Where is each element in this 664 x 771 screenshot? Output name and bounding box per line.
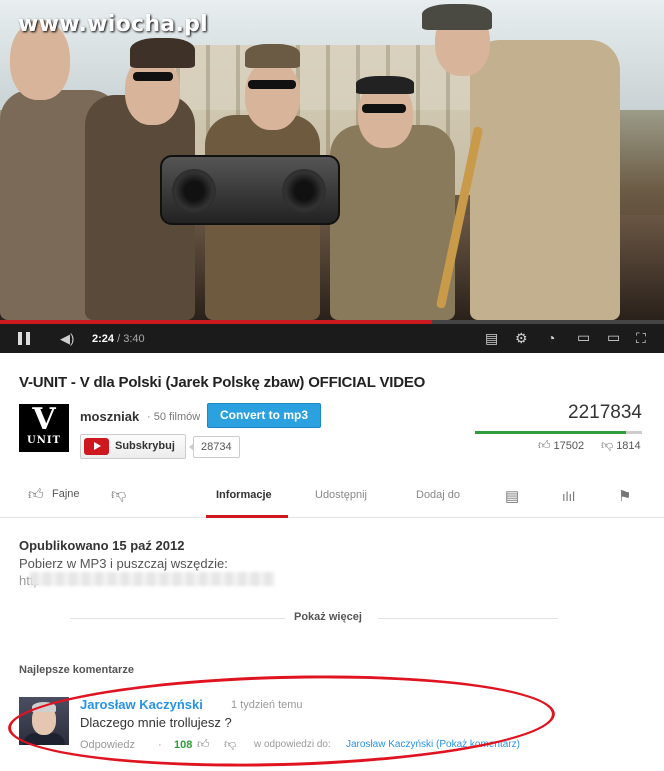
blurred-link — [30, 572, 275, 586]
video-boombox — [160, 155, 340, 225]
channel-films-count: 50 filmów — [153, 411, 201, 423]
settings-icon[interactable]: ⚙ — [515, 330, 528, 347]
comment-reply-button[interactable]: Odpowiedz — [80, 739, 135, 751]
channel-logo-letter: V — [32, 402, 56, 437]
comments-heading: Najlepsze komentarze — [19, 664, 134, 676]
like-icon: 👍︎ — [28, 486, 44, 503]
subscribe-label: Subskrybuj — [115, 440, 175, 452]
youtube-icon — [84, 438, 109, 455]
comment-text: Dlaczego mnie trollujesz ? — [80, 715, 232, 730]
show-more-divider-left — [70, 618, 285, 619]
like-ratio-fill — [475, 431, 627, 434]
channel-logo-text: UNIT — [27, 435, 61, 446]
flag-icon[interactable]: ⚑ — [618, 487, 631, 505]
watermark: www.wiocha.pl — [18, 12, 208, 37]
volume-icon[interactable]: ◀) — [60, 331, 74, 347]
like-button[interactable]: 👍︎ — [28, 486, 44, 504]
subscribe-button[interactable]: Subskrybuj — [80, 434, 186, 459]
comment-time[interactable]: 1 tydzień temu — [231, 699, 303, 711]
dislike-count: 👎︎ 1814 — [601, 438, 641, 453]
channel-separator: · — [147, 411, 151, 423]
action-tabs: 👍︎ Fajne 👎︎ Informacje Udostępnij Dodaj … — [0, 478, 664, 518]
show-more-divider-right — [378, 618, 558, 619]
channel-films[interactable]: · 50 filmów — [147, 411, 200, 423]
avatar[interactable] — [19, 697, 69, 745]
tab-dodaj-do[interactable]: Dodaj do — [416, 489, 460, 501]
statistics-icon[interactable]: ılıl — [562, 489, 575, 504]
player-controls: ◀) 2:24 / 3:40 ▤ ⚙ ◔ ▭ ▭ ⛶ — [0, 324, 664, 353]
thumb-up-icon: 👍︎ — [538, 438, 551, 452]
comment-author[interactable]: Jarosław Kaczyński — [80, 697, 203, 712]
video-frame[interactable]: www.wiocha.pl — [0, 0, 664, 320]
convert-to-mp3-button[interactable]: Convert to mp3 — [207, 403, 321, 428]
like-label[interactable]: Fajne — [52, 488, 80, 500]
view-count: 2217834 — [568, 402, 642, 423]
published-date: Opublikowano 15 paź 2012 — [19, 538, 185, 553]
pause-icon[interactable] — [18, 332, 31, 345]
comment-like-count: 108 — [174, 739, 193, 751]
transcript-icon[interactable]: ▤ — [505, 487, 519, 505]
small-player-icon[interactable]: ▭ — [577, 329, 590, 346]
current-time: 2:24 — [92, 333, 115, 345]
dislike-count-value: 1814 — [616, 440, 641, 452]
total-time: / 3:40 — [114, 333, 145, 345]
dislike-icon: 👎︎ — [111, 486, 127, 503]
comment-thumb-down-icon[interactable]: 👎︎ — [224, 737, 236, 752]
channel-logo[interactable]: V UNIT — [19, 404, 69, 452]
description-text: Pobierz w MP3 i puszczaj wszędzie: — [19, 556, 228, 571]
dislike-button[interactable]: 👎︎ — [111, 486, 126, 504]
annotations-icon[interactable]: ▤ — [485, 330, 498, 347]
subscriber-count: 28734 — [189, 436, 240, 458]
comment-in-reply-to: w odpowiedzi do: — [254, 739, 331, 750]
show-more-button[interactable]: Pokaż więcej — [294, 611, 362, 623]
thumb-down-icon: 👎︎ — [601, 438, 614, 452]
comment-in-reply-link[interactable]: Jarosław Kaczyński (Pokaż komentarz) — [346, 739, 520, 750]
channel-name[interactable]: moszniak — [80, 409, 139, 424]
like-ratio-bar — [475, 431, 642, 434]
watch-later-icon[interactable]: ◔ — [547, 330, 555, 346]
like-count: 👍︎ 17502 — [538, 438, 584, 453]
comment-thumb-up-icon[interactable]: 👍︎ — [197, 737, 210, 752]
time-display: 2:24 / 3:40 — [92, 333, 145, 345]
tab-udostepnij[interactable]: Udostępnij — [315, 489, 367, 501]
large-player-icon[interactable]: ▭ — [607, 329, 620, 346]
video-title: V-UNIT - V dla Polski (Jarek Polskę zbaw… — [19, 374, 426, 391]
active-tab-underline — [206, 515, 288, 518]
tab-informacje[interactable]: Informacje — [216, 489, 272, 501]
comment-separator: · — [158, 739, 162, 751]
like-count-value: 17502 — [553, 440, 585, 452]
fullscreen-icon[interactable]: ⛶ — [636, 330, 646, 347]
